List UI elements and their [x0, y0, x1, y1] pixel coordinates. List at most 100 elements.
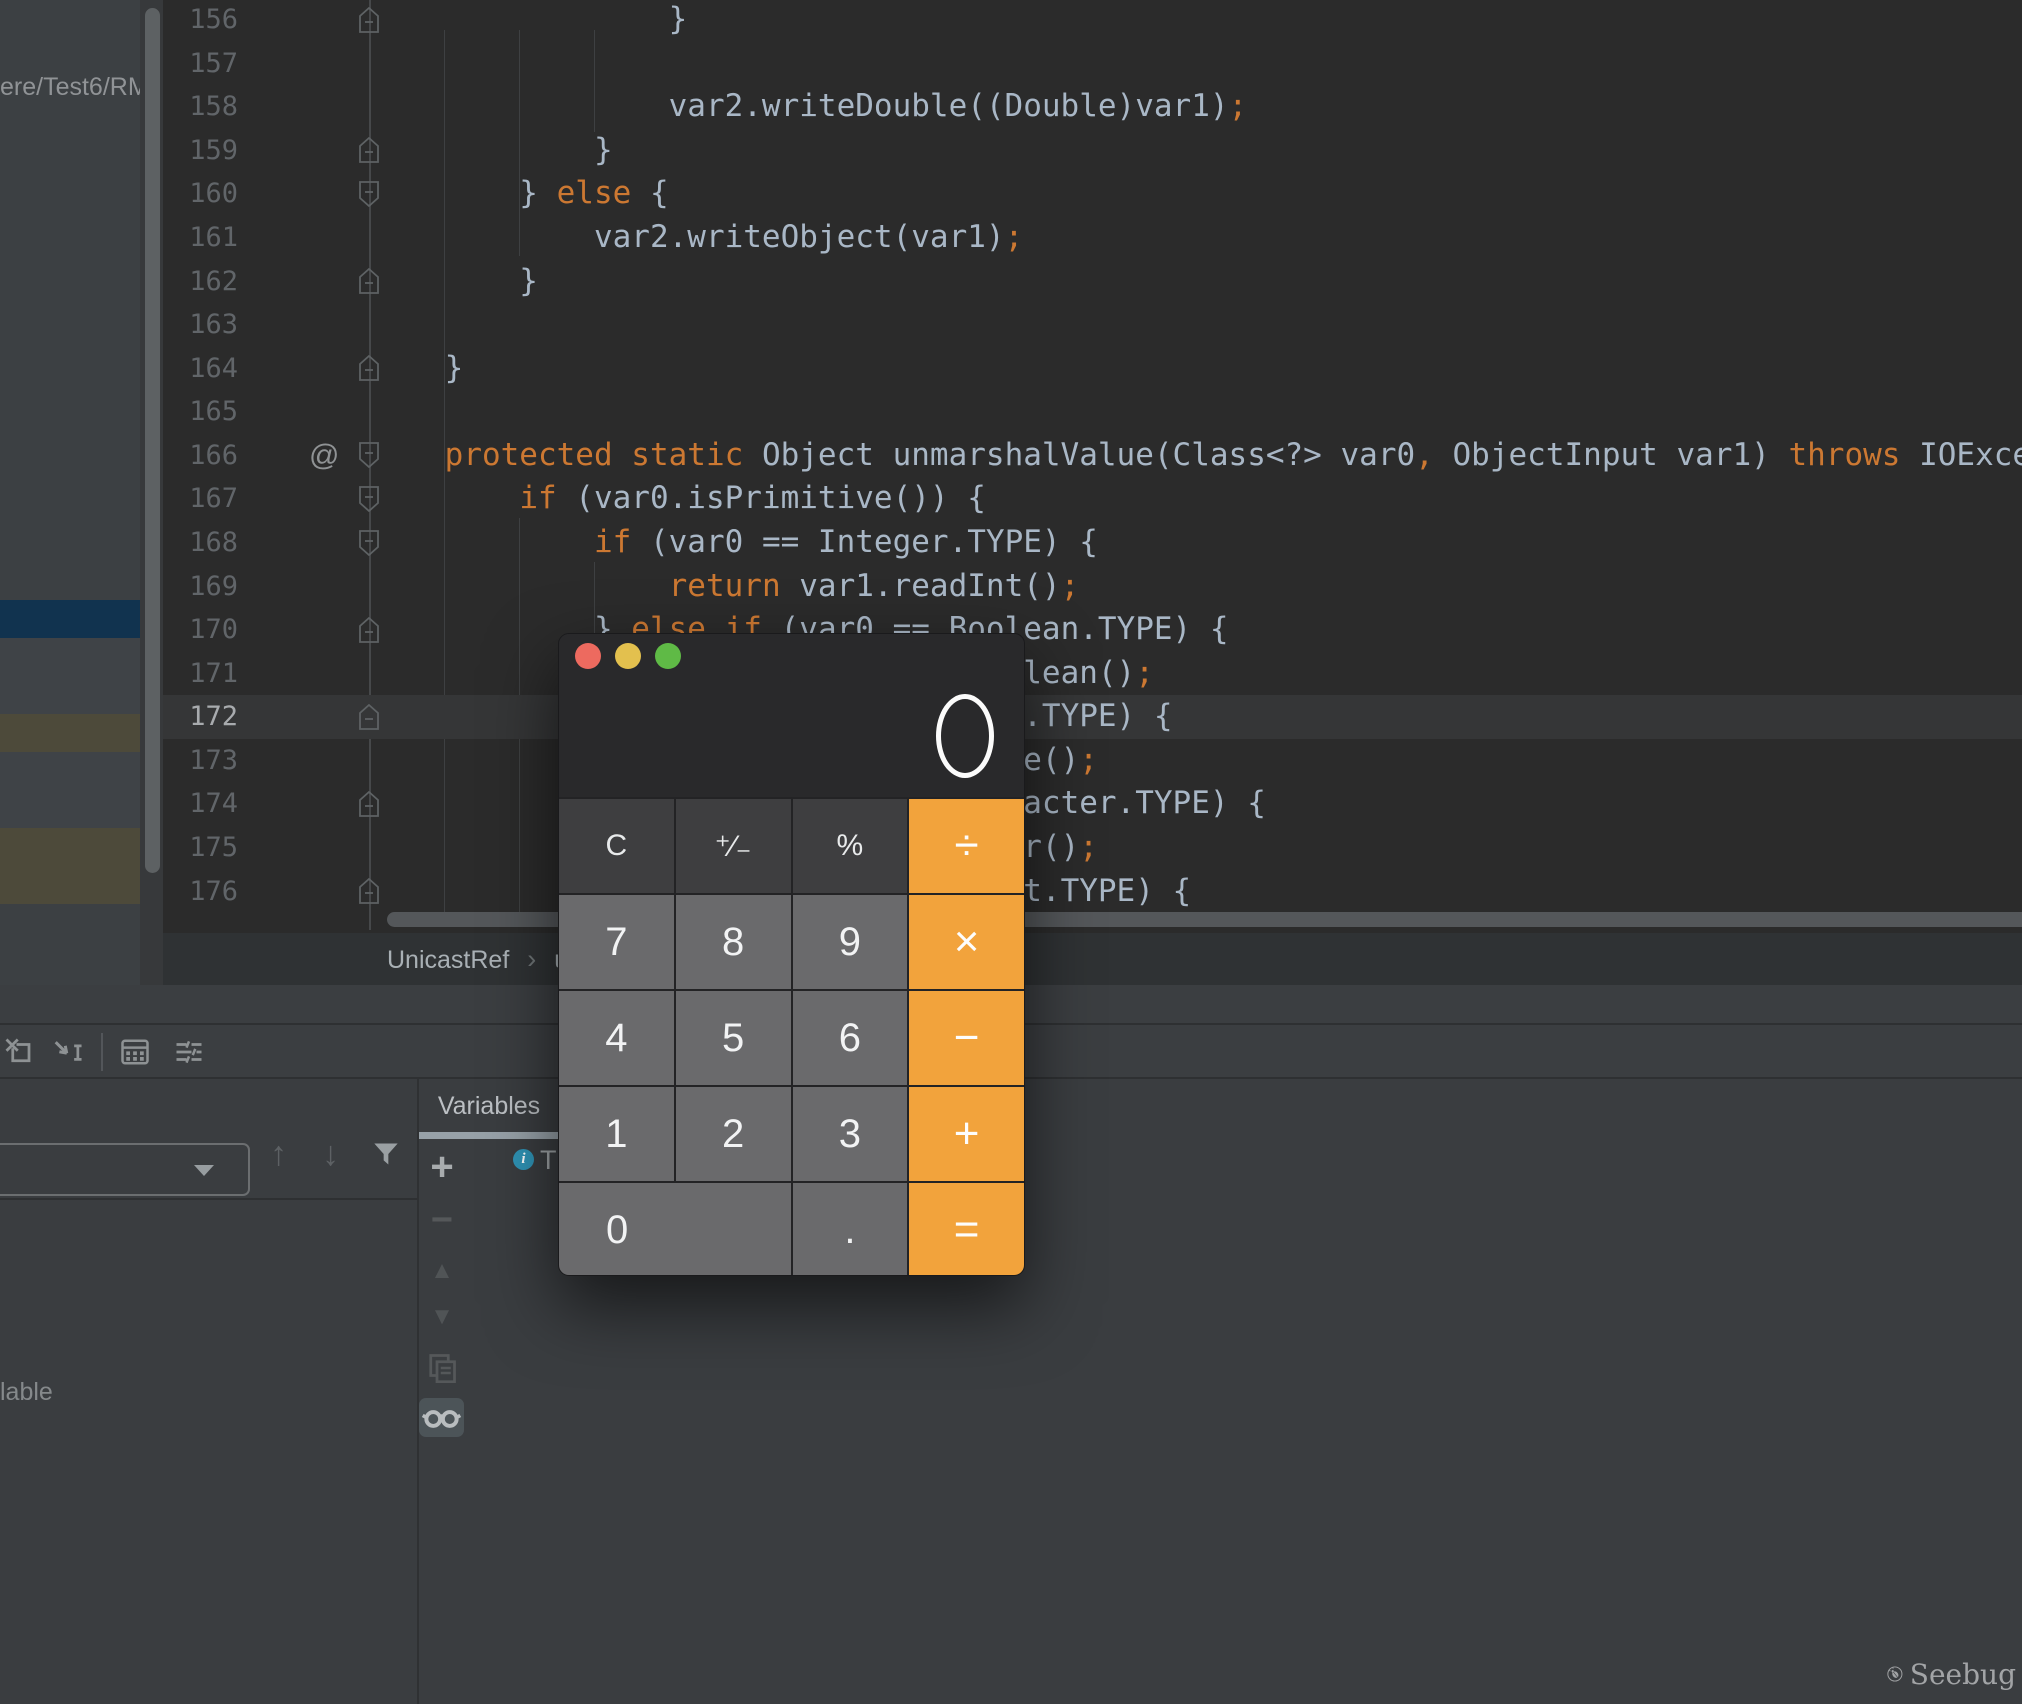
- calc-key-4[interactable]: 4: [559, 991, 674, 1085]
- frame-row[interactable]: [0, 600, 141, 638]
- calc-key-6[interactable]: 6: [793, 991, 908, 1085]
- code-text: if (var0.isPrimitive()) {: [370, 477, 986, 521]
- line-number: 175: [163, 826, 238, 870]
- code-line[interactable]: 159 }: [163, 129, 2022, 173]
- breadcrumb[interactable]: UnicastRef›u: [387, 933, 568, 985]
- line-number: 168: [163, 521, 238, 565]
- frames-separator: [0, 1198, 418, 1200]
- line-number: 173: [163, 739, 238, 783]
- calc-key-7[interactable]: 7: [559, 895, 674, 989]
- calc-key-=[interactable]: =: [909, 1183, 1024, 1276]
- code-line[interactable]: 156 }: [163, 0, 2022, 42]
- calc-key-1[interactable]: 1: [559, 1087, 674, 1181]
- evaluate-grid-icon[interactable]: [120, 1037, 150, 1067]
- line-number: 172: [163, 695, 238, 739]
- code-line[interactable]: 176 } else if (var0 == Short.TYPE) {: [163, 870, 2022, 914]
- code-editor[interactable]: 156 }157158 var2.writeDouble((Double)var…: [163, 0, 2022, 985]
- funnel-icon[interactable]: [372, 1140, 400, 1168]
- filter-lines-icon[interactable]: [174, 1037, 204, 1067]
- move-watch-down-button[interactable]: ▼: [420, 1303, 464, 1331]
- frame-up-button[interactable]: ↑: [270, 1135, 287, 1174]
- calc-key-−[interactable]: −: [909, 991, 1024, 1085]
- code-text: if (var0 == Integer.TYPE) {: [370, 521, 1098, 565]
- line-number: 163: [163, 303, 238, 347]
- code-text: }: [370, 129, 613, 173]
- calculator-window[interactable]: C⁺⁄₋%÷ 789× 456− 123+0.=: [558, 633, 1025, 1276]
- code-line[interactable]: 175 return var1.readChar();: [163, 826, 2022, 870]
- line-number: 174: [163, 782, 238, 826]
- frame-row[interactable]: [0, 828, 141, 904]
- frame-row[interactable]: [0, 752, 141, 828]
- frame-row[interactable]: [0, 714, 141, 752]
- line-number: 157: [163, 42, 238, 86]
- code-line[interactable]: 167 if (var0.isPrimitive()) {: [163, 477, 2022, 521]
- zoom-window-button[interactable]: [655, 643, 681, 669]
- code-line-current[interactable]: 172 } else if (var0 == Byte.TYPE) {: [163, 695, 2022, 739]
- calc-key-.[interactable]: .: [793, 1183, 908, 1276]
- info-icon: i: [513, 1149, 534, 1170]
- calc-key-×[interactable]: ×: [909, 895, 1024, 989]
- code-line[interactable]: 161 var2.writeObject(var1);: [163, 216, 2022, 260]
- frame-row[interactable]: [0, 638, 141, 714]
- code-line[interactable]: 171 return var1.readBoolean();: [163, 652, 2022, 696]
- line-number: 160: [163, 172, 238, 216]
- code-line[interactable]: 168 if (var0 == Integer.TYPE) {: [163, 521, 2022, 565]
- code-line[interactable]: 169 return var1.readInt();: [163, 565, 2022, 609]
- line-number: 171: [163, 652, 238, 696]
- code-line[interactable]: 170 } else if (var0 == Boolean.TYPE) {: [163, 608, 2022, 652]
- seebug-watermark: Seebug: [1886, 1648, 2016, 1700]
- calc-key-÷[interactable]: ÷: [909, 799, 1024, 893]
- add-watch-button[interactable]: +: [420, 1145, 464, 1190]
- move-watch-up-button[interactable]: ▲: [420, 1257, 464, 1285]
- calc-key-+[interactable]: +: [909, 1087, 1024, 1181]
- thread-dropdown[interactable]: [0, 1143, 250, 1196]
- minimize-window-button[interactable]: [615, 643, 641, 669]
- breadcrumb-class[interactable]: UnicastRef: [387, 946, 509, 974]
- code-line[interactable]: 158 var2.writeDouble((Double)var1);: [163, 85, 2022, 129]
- calc-key-9[interactable]: 9: [793, 895, 908, 989]
- tab-variables[interactable]: Variables: [418, 1079, 560, 1139]
- code-line[interactable]: 165: [163, 390, 2022, 434]
- line-number: 176: [163, 870, 238, 914]
- code-line[interactable]: 160 } else {: [163, 172, 2022, 216]
- frames-message-fragment: lable: [0, 1378, 60, 1407]
- code-line[interactable]: 157: [163, 42, 2022, 86]
- line-number: 165: [163, 390, 238, 434]
- line-number: 158: [163, 85, 238, 129]
- line-number: 161: [163, 216, 238, 260]
- tab-active-underline: [418, 1132, 560, 1139]
- seebug-logo-text: Seebug: [1910, 1658, 2016, 1691]
- calc-key-2[interactable]: 2: [676, 1087, 791, 1181]
- code-line[interactable]: 174 } else if (var0 == Character.TYPE) {: [163, 782, 2022, 826]
- frames-panel: ere/Test6/RMI: [0, 0, 163, 985]
- close-frame-icon[interactable]: [4, 1037, 34, 1067]
- calc-key-C[interactable]: C: [559, 799, 674, 893]
- frames-scrollbar[interactable]: [145, 8, 160, 873]
- calc-key-⁺⁄₋[interactable]: ⁺⁄₋: [676, 799, 791, 893]
- seebug-bug-icon: [1886, 1650, 1904, 1698]
- frame-down-button[interactable]: ↓: [322, 1135, 339, 1174]
- panel-vertical-separator: [417, 1079, 419, 1704]
- calc-key-8[interactable]: 8: [676, 895, 791, 989]
- code-line[interactable]: 164 }: [163, 347, 2022, 391]
- close-window-button[interactable]: [575, 643, 601, 669]
- show-watches-toggle[interactable]: [419, 1398, 464, 1437]
- code-line[interactable]: 162 }: [163, 260, 2022, 304]
- remove-watch-button[interactable]: −: [420, 1199, 464, 1242]
- calc-key-%[interactable]: %: [793, 799, 908, 893]
- code-line[interactable]: 166@ protected static Object unmarshalVa…: [163, 434, 2022, 478]
- jump-to-cursor-icon[interactable]: [52, 1037, 84, 1067]
- calc-key-0[interactable]: 0: [559, 1183, 791, 1276]
- calculator-display: [559, 634, 1024, 797]
- calc-key-3[interactable]: 3: [793, 1087, 908, 1181]
- code-line[interactable]: 173 return var1.readByte();: [163, 739, 2022, 783]
- calculator-display-value: [936, 694, 994, 778]
- calc-key-5[interactable]: 5: [676, 991, 791, 1085]
- code-line[interactable]: 163: [163, 303, 2022, 347]
- line-number: 170: [163, 608, 238, 652]
- line-number: 169: [163, 565, 238, 609]
- glasses-icon: [419, 1398, 464, 1437]
- code-text: var2.writeDouble((Double)var1);: [370, 85, 1247, 129]
- calculator-keypad: C⁺⁄₋%÷ 789× 456− 123+0.=: [559, 797, 1024, 1276]
- copy-icon[interactable]: [420, 1353, 464, 1383]
